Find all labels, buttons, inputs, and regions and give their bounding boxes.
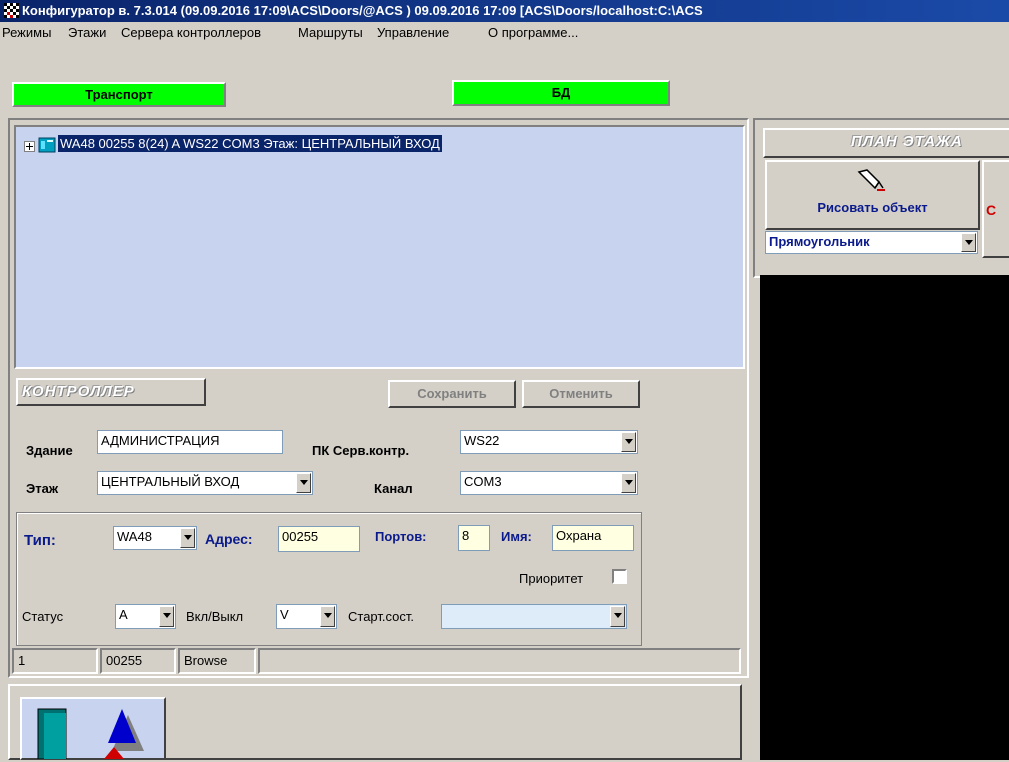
status-label: Статус <box>22 609 64 624</box>
statusbar-cell-2: 00255 <box>100 648 176 674</box>
shape-select[interactable]: Прямоугольник <box>765 231 978 254</box>
shape-select-value: Прямоугольник <box>769 234 870 249</box>
address-field[interactable]: 00255 <box>278 526 360 552</box>
chevron-down-icon[interactable] <box>320 606 335 627</box>
pc-server-select[interactable]: WS22 <box>460 430 638 454</box>
shapes-tool-button[interactable] <box>20 697 166 760</box>
address-label: Адрес: <box>205 531 253 547</box>
statusbar-cell-1: 1 <box>12 648 98 674</box>
transport-indicator: Транспорт <box>12 82 226 107</box>
name-field[interactable]: Охрана <box>552 525 634 551</box>
second-tool-button[interactable]: C <box>982 160 1009 258</box>
channel-select[interactable]: COM3 <box>460 471 638 495</box>
chevron-down-icon[interactable] <box>296 473 311 493</box>
type-select[interactable]: WA48 <box>113 526 197 550</box>
menu-controller-servers[interactable]: Сервера контроллеров <box>121 25 261 40</box>
save-button[interactable]: Сохранить <box>388 380 516 408</box>
menu-control[interactable]: Управление <box>377 25 449 40</box>
shapes-icon <box>37 708 144 760</box>
floor-value: ЦЕНТРАЛЬНЫЙ ВХОД <box>101 474 240 489</box>
pc-server-label: ПК Серв.контр. <box>312 443 410 458</box>
controller-node-icon <box>38 137 56 153</box>
menu-about[interactable]: О программе... <box>488 25 578 40</box>
start-state-select[interactable] <box>441 604 627 629</box>
db-indicator: БД <box>452 80 670 106</box>
chevron-down-icon[interactable] <box>621 473 636 493</box>
name-label: Имя: <box>501 529 532 544</box>
statusbar-cell-3: Browse <box>178 648 256 674</box>
chevron-down-icon[interactable] <box>159 606 174 627</box>
window-title: Конфигуратор в. 7.3.014 (09.09.2016 17:0… <box>22 3 703 18</box>
draw-object-label: Рисовать объект <box>817 200 928 215</box>
onoff-select[interactable]: V <box>276 604 337 629</box>
toolbar-strip: Транспорт БД <box>0 46 1009 118</box>
tree-node-label[interactable]: WA48 00255 8(24) A WS22 COM3 Этаж: ЦЕНТР… <box>58 135 442 152</box>
title-bar: Конфигуратор в. 7.3.014 (09.09.2016 17:0… <box>0 0 1009 22</box>
controller-tree[interactable]: WA48 00255 8(24) A WS22 COM3 Этаж: ЦЕНТР… <box>14 125 745 369</box>
type-value: WA48 <box>117 529 152 544</box>
app-icon <box>4 3 19 18</box>
floor-plan-canvas[interactable] <box>760 275 1009 760</box>
type-label: Тип: <box>24 532 56 549</box>
floor-select[interactable]: ЦЕНТРАЛЬНЫЙ ВХОД <box>97 471 313 495</box>
pc-server-value: WS22 <box>464 433 500 448</box>
channel-label: Канал <box>374 481 413 496</box>
pen-draw-icon <box>857 169 885 191</box>
status-value: A <box>119 607 128 622</box>
channel-value: COM3 <box>464 474 502 489</box>
start-state-label: Старт.сост. <box>348 609 414 624</box>
menu-floors[interactable]: Этажи <box>68 25 106 40</box>
menu-bar: Режимы Этажи Сервера контроллеров Маршру… <box>0 22 1009 46</box>
chevron-down-icon[interactable] <box>610 606 625 627</box>
onoff-value: V <box>280 607 289 622</box>
ports-field[interactable]: 8 <box>458 525 490 551</box>
status-select[interactable]: A <box>115 604 176 629</box>
second-tool-partial-label: C <box>986 202 996 218</box>
onoff-label: Вкл/Выкл <box>186 609 244 624</box>
building-field[interactable]: АДМИНИСТРАЦИЯ <box>97 430 283 454</box>
tree-expand-icon[interactable] <box>24 141 35 152</box>
priority-label: Приоритет <box>519 571 584 586</box>
draw-object-button[interactable]: Рисовать объект <box>765 160 980 230</box>
statusbar-cell-4 <box>258 648 741 674</box>
menu-modes[interactable]: Режимы <box>2 25 51 40</box>
chevron-down-icon[interactable] <box>180 528 195 548</box>
cancel-button[interactable]: Отменить <box>522 380 640 408</box>
priority-checkbox[interactable] <box>612 569 627 584</box>
chevron-down-icon[interactable] <box>621 432 636 452</box>
floor-label: Этаж <box>26 481 59 496</box>
ports-label: Портов: <box>375 529 427 544</box>
building-label: Здание <box>26 443 73 458</box>
status-bar: 1 00255 Browse <box>12 648 741 674</box>
chevron-down-icon[interactable] <box>961 233 976 252</box>
menu-routes[interactable]: Маршруты <box>298 25 363 40</box>
floor-plan-title: ПЛАН ЭТАЖА <box>851 133 963 150</box>
controller-title: КОНТРОЛЛЕР <box>22 383 135 400</box>
